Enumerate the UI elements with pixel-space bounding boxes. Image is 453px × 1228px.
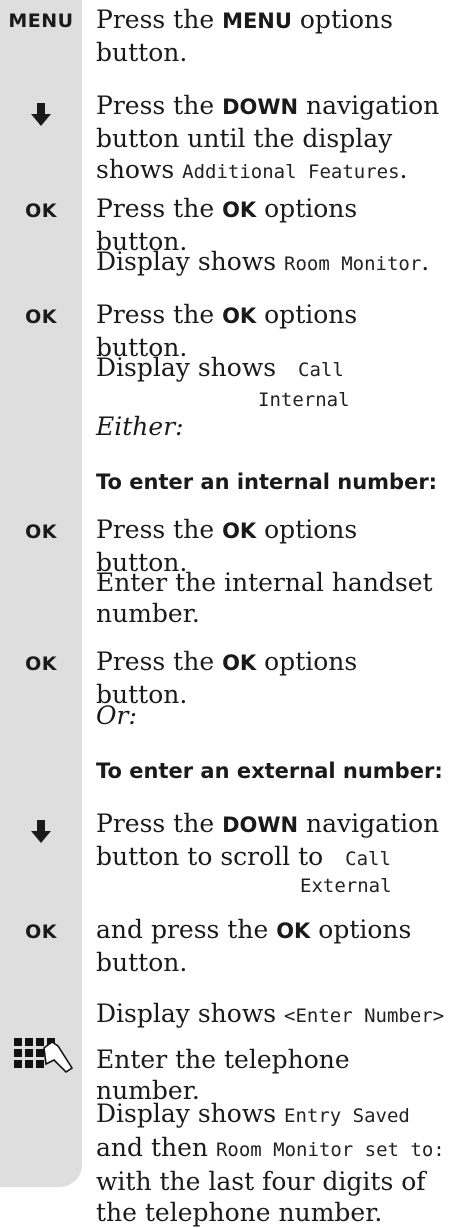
display-text: Internal	[258, 389, 350, 411]
ok-key-icon: OK	[25, 653, 57, 675]
key-label: MENU	[222, 9, 292, 33]
display-text: Room Monitor	[284, 253, 422, 275]
display-text: External	[300, 875, 392, 897]
key-label: OK	[222, 198, 257, 222]
key-label: OK	[222, 304, 257, 328]
down-arrow-icon	[31, 820, 51, 843]
internal-number-heading: To enter an internal number:	[96, 470, 438, 494]
key-label: DOWN	[222, 813, 299, 837]
step-down-scroll: Press the DOWN navigation button to scro…	[96, 809, 440, 871]
external-number-heading: To enter an external number:	[96, 759, 443, 783]
key-label: DOWN	[222, 95, 299, 119]
ok-key-icon: OK	[25, 200, 57, 222]
icon-sidebar	[0, 0, 82, 1187]
ok-key-icon: OK	[25, 921, 57, 943]
display-shows-call-internal: Display shows Call	[96, 353, 344, 382]
step-down-navigation: Press the DOWN navigation button until t…	[96, 91, 440, 184]
display-text: Call	[298, 359, 344, 381]
menu-key-icon: MENU	[8, 10, 74, 32]
key-label: OK	[222, 651, 257, 675]
or-label: Or:	[96, 701, 137, 730]
display-shows-room-monitor: Display shows Room Monitor.	[96, 247, 430, 276]
display-text: Call	[345, 848, 391, 870]
key-label: OK	[276, 919, 311, 943]
step-ok: and press the OK options button.	[96, 915, 412, 977]
ok-key-icon: OK	[25, 306, 57, 328]
enter-telephone-number: Enter the telephone number.	[96, 1045, 350, 1105]
keypad-icon	[14, 1038, 74, 1074]
step-menu: Press the MENU options button.	[96, 5, 393, 67]
enter-internal-handset-number: Enter the internal handset number.	[96, 568, 433, 628]
display-shows-entry-saved: Display shows Entry Saved and then Room …	[96, 1099, 445, 1227]
display-text: Entry Saved	[284, 1105, 410, 1127]
display-line-2: External	[300, 868, 447, 902]
display-text: Room Monitor set to:	[215, 1139, 445, 1161]
display-shows-enter-number: Display shows <Enter Number>	[96, 999, 445, 1028]
display-text: Additional Features	[182, 161, 400, 183]
down-arrow-icon	[31, 103, 51, 126]
key-label: OK	[222, 519, 257, 543]
ok-key-icon: OK	[25, 521, 57, 543]
either-label: Either:	[96, 412, 184, 441]
display-text: <Enter Number>	[284, 1005, 445, 1027]
